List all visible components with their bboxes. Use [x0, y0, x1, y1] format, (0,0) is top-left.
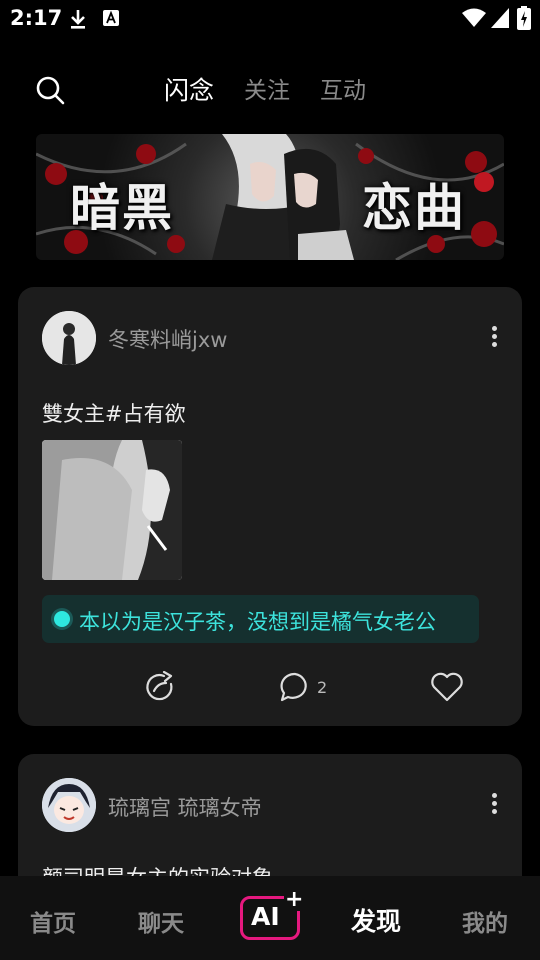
status-bar: 2:17: [0, 0, 540, 36]
search-icon[interactable]: [34, 74, 66, 106]
nav-chat[interactable]: 聊天: [138, 904, 184, 938]
tab-shannian[interactable]: 闪念: [164, 74, 214, 108]
avatar-image: [42, 311, 96, 365]
share-icon: [146, 671, 173, 701]
post-illustration: [42, 440, 182, 580]
topic-dot-icon: [54, 611, 70, 627]
banner-title-left: 暗黑: [70, 178, 174, 237]
nav-mine[interactable]: 我的: [462, 904, 508, 938]
wifi-icon: [462, 8, 486, 27]
tab-following[interactable]: 关注: [244, 74, 290, 108]
feed-tabs: 闪念 关注 互动: [164, 74, 396, 108]
post-text: 雙女主#占有欲: [42, 402, 186, 426]
nav-discover[interactable]: 发现: [351, 902, 401, 938]
nav-home[interactable]: 首页: [30, 904, 76, 938]
battery-icon: [517, 6, 531, 30]
share-button[interactable]: [144, 667, 176, 707]
bottom-nav: 首页 聊天 AI + 发现 我的: [0, 876, 540, 960]
topic-text: 本以为是汉子茶，没想到是橘气女老公: [79, 610, 436, 634]
ai-create-button[interactable]: AI +: [240, 889, 305, 940]
ai-label: AI: [251, 902, 280, 931]
username[interactable]: 琉璃宫 琉璃女帝: [108, 792, 262, 822]
download-icon: [71, 10, 85, 29]
banner-title-right: 恋曲: [362, 178, 466, 237]
plus-icon: +: [284, 887, 305, 912]
comment-icon: [280, 672, 307, 702]
status-time: 2:17: [10, 6, 63, 30]
font-app-icon: [103, 10, 119, 26]
post-image[interactable]: [42, 440, 182, 580]
username[interactable]: 冬寒料峭jxw: [108, 324, 227, 354]
promo-banner[interactable]: 暗黑 恋曲: [36, 134, 504, 260]
post-card[interactable]: 冬寒料峭jxw 雙女主#占有欲 本以为是汉子茶，没想到是橘气女老公 2: [18, 287, 522, 726]
comment-button[interactable]: 2: [279, 667, 327, 707]
tab-interaction[interactable]: 互动: [320, 74, 366, 108]
avatar[interactable]: [42, 311, 96, 365]
signal-icon: [491, 8, 509, 28]
more-options-icon[interactable]: [484, 323, 504, 353]
topic-chip[interactable]: 本以为是汉子茶，没想到是橘气女老公: [42, 595, 479, 643]
like-button[interactable]: [430, 667, 464, 707]
avatar[interactable]: [42, 778, 96, 832]
comment-count: 2: [317, 677, 328, 697]
avatar-image: [42, 778, 96, 832]
heart-icon: [431, 672, 463, 702]
more-options-icon[interactable]: [484, 790, 504, 820]
